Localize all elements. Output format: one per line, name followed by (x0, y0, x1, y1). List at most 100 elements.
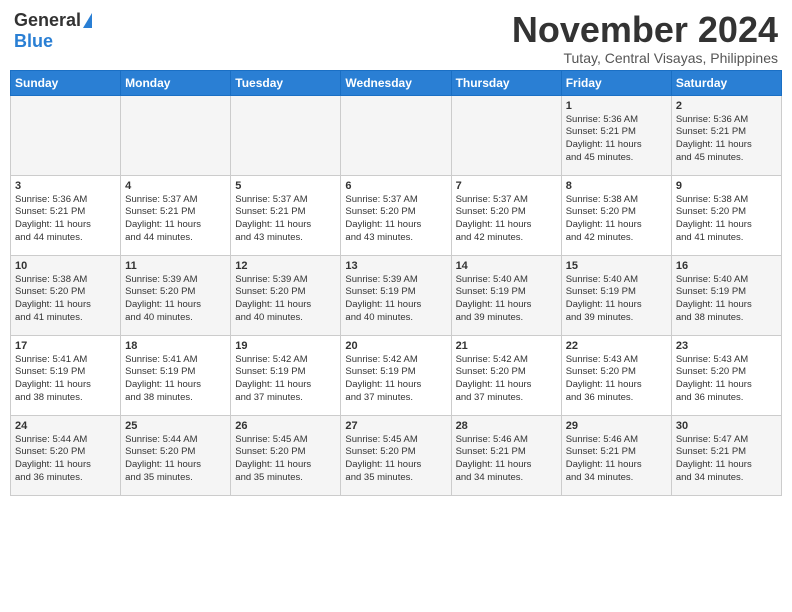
calendar-table: SundayMondayTuesdayWednesdayThursdayFrid… (10, 70, 782, 496)
calendar-day-cell: 16 Sunrise: 5:40 AM Sunset: 5:19 PM Dayli… (671, 255, 781, 335)
day-number: 10 (15, 260, 116, 272)
weekday-header: Saturday (671, 70, 781, 95)
calendar-week-row: 10Sunrise: 5:38 AM Sunset: 5:20 PM Dayli… (11, 255, 782, 335)
day-info: Sunrise: 5:42 AM Sunset: 5:19 PM Dayligh… (345, 354, 446, 405)
day-number: 22 (566, 340, 667, 352)
day-number: 16 (676, 260, 777, 272)
logo-triangle-icon (83, 13, 92, 28)
calendar-day-cell: 14 Sunrise: 5:40 AM Sunset: 5:19 PM Dayli… (451, 255, 561, 335)
calendar-day-cell: 9 Sunrise: 5:38 AM Sunset: 5:20 PM Daylig… (671, 175, 781, 255)
day-info: Sunrise: 5:37 AM Sunset: 5:20 PM Dayligh… (456, 194, 557, 245)
day-info: Sunrise: 5:36 AM Sunset: 5:21 PM Dayligh… (566, 114, 667, 165)
day-number: 3 (15, 180, 116, 192)
day-info: Sunrise: 5:43 AM Sunset: 5:20 PM Dayligh… (676, 354, 777, 405)
day-number: 19 (235, 340, 336, 352)
day-number: 15 (566, 260, 667, 272)
calendar-day-cell: 21 Sunrise: 5:42 AM Sunset: 5:20 PM Dayli… (451, 335, 561, 415)
calendar-day-cell: 4 Sunrise: 5:37 AM Sunset: 5:21 PM Daylig… (121, 175, 231, 255)
calendar-week-row: 3 Sunrise: 5:36 AM Sunset: 5:21 PM Daylig… (11, 175, 782, 255)
day-info: Sunrise: 5:37 AM Sunset: 5:20 PM Dayligh… (345, 194, 446, 245)
day-info: Sunrise: 5:40 AM Sunset: 5:19 PM Dayligh… (456, 274, 557, 325)
weekday-header: Thursday (451, 70, 561, 95)
day-number: 12 (235, 260, 336, 272)
day-number: 27 (345, 420, 446, 432)
day-info: Sunrise: 5:39 AM Sunset: 5:20 PM Dayligh… (125, 274, 226, 325)
day-number: 7 (456, 180, 557, 192)
calendar-day-cell: 6Sunrise: 5:37 AM Sunset: 5:20 PM Daylig… (341, 175, 451, 255)
day-info: Sunrise: 5:46 AM Sunset: 5:21 PM Dayligh… (566, 434, 667, 485)
calendar-day-cell: 27 Sunrise: 5:45 AM Sunset: 5:20 PM Dayli… (341, 415, 451, 495)
calendar-day-cell: 26 Sunrise: 5:45 AM Sunset: 5:20 PM Dayli… (231, 415, 341, 495)
day-number: 4 (125, 180, 226, 192)
day-info: Sunrise: 5:36 AM Sunset: 5:21 PM Dayligh… (15, 194, 116, 245)
day-info: Sunrise: 5:43 AM Sunset: 5:20 PM Dayligh… (566, 354, 667, 405)
calendar-day-cell: 15 Sunrise: 5:40 AM Sunset: 5:19 PM Dayli… (561, 255, 671, 335)
weekday-header: Wednesday (341, 70, 451, 95)
day-info: Sunrise: 5:45 AM Sunset: 5:20 PM Dayligh… (345, 434, 446, 485)
day-info: Sunrise: 5:45 AM Sunset: 5:20 PM Dayligh… (235, 434, 336, 485)
calendar-day-cell: 1 Sunrise: 5:36 AM Sunset: 5:21 PM Daylig… (561, 95, 671, 175)
title-block: November 2024 Tutay, Central Visayas, Ph… (512, 10, 778, 66)
day-number: 5 (235, 180, 336, 192)
empty-day-cell (451, 95, 561, 175)
day-number: 1 (566, 100, 667, 112)
calendar-day-cell: 10Sunrise: 5:38 AM Sunset: 5:20 PM Dayli… (11, 255, 121, 335)
calendar-day-cell: 24Sunrise: 5:44 AM Sunset: 5:20 PM Dayli… (11, 415, 121, 495)
day-number: 25 (125, 420, 226, 432)
day-info: Sunrise: 5:36 AM Sunset: 5:21 PM Dayligh… (676, 114, 777, 165)
day-info: Sunrise: 5:42 AM Sunset: 5:19 PM Dayligh… (235, 354, 336, 405)
calendar-header-row: SundayMondayTuesdayWednesdayThursdayFrid… (11, 70, 782, 95)
day-info: Sunrise: 5:42 AM Sunset: 5:20 PM Dayligh… (456, 354, 557, 405)
empty-day-cell (11, 95, 121, 175)
day-info: Sunrise: 5:37 AM Sunset: 5:21 PM Dayligh… (125, 194, 226, 245)
page-header: General Blue November 2024 Tutay, Centra… (10, 10, 782, 66)
calendar-day-cell: 28Sunrise: 5:46 AM Sunset: 5:21 PM Dayli… (451, 415, 561, 495)
logo-blue: Blue (14, 31, 53, 52)
calendar-day-cell: 18Sunrise: 5:41 AM Sunset: 5:19 PM Dayli… (121, 335, 231, 415)
empty-day-cell (231, 95, 341, 175)
day-number: 13 (345, 260, 446, 272)
day-number: 2 (676, 100, 777, 112)
day-info: Sunrise: 5:38 AM Sunset: 5:20 PM Dayligh… (676, 194, 777, 245)
day-number: 21 (456, 340, 557, 352)
calendar-day-cell: 30Sunrise: 5:47 AM Sunset: 5:21 PM Dayli… (671, 415, 781, 495)
day-info: Sunrise: 5:39 AM Sunset: 5:19 PM Dayligh… (345, 274, 446, 325)
location-subtitle: Tutay, Central Visayas, Philippines (512, 50, 778, 66)
calendar-day-cell: 20 Sunrise: 5:42 AM Sunset: 5:19 PM Dayli… (341, 335, 451, 415)
day-info: Sunrise: 5:41 AM Sunset: 5:19 PM Dayligh… (125, 354, 226, 405)
day-number: 17 (15, 340, 116, 352)
day-info: Sunrise: 5:40 AM Sunset: 5:19 PM Dayligh… (676, 274, 777, 325)
day-info: Sunrise: 5:40 AM Sunset: 5:19 PM Dayligh… (566, 274, 667, 325)
day-number: 11 (125, 260, 226, 272)
calendar-day-cell: 2 Sunrise: 5:36 AM Sunset: 5:21 PM Daylig… (671, 95, 781, 175)
empty-day-cell (341, 95, 451, 175)
day-number: 9 (676, 180, 777, 192)
day-number: 20 (345, 340, 446, 352)
calendar-day-cell: 22 Sunrise: 5:43 AM Sunset: 5:20 PM Dayli… (561, 335, 671, 415)
day-number: 26 (235, 420, 336, 432)
day-number: 29 (566, 420, 667, 432)
month-title: November 2024 (512, 10, 778, 50)
calendar-week-row: 24Sunrise: 5:44 AM Sunset: 5:20 PM Dayli… (11, 415, 782, 495)
calendar-day-cell: 29 Sunrise: 5:46 AM Sunset: 5:21 PM Dayli… (561, 415, 671, 495)
day-number: 14 (456, 260, 557, 272)
logo-general: General (14, 10, 92, 31)
calendar-day-cell: 11 Sunrise: 5:39 AM Sunset: 5:20 PM Dayli… (121, 255, 231, 335)
calendar-day-cell: 3 Sunrise: 5:36 AM Sunset: 5:21 PM Daylig… (11, 175, 121, 255)
weekday-header: Monday (121, 70, 231, 95)
calendar-day-cell: 25 Sunrise: 5:44 AM Sunset: 5:20 PM Dayli… (121, 415, 231, 495)
day-number: 28 (456, 420, 557, 432)
day-info: Sunrise: 5:37 AM Sunset: 5:21 PM Dayligh… (235, 194, 336, 245)
day-info: Sunrise: 5:41 AM Sunset: 5:19 PM Dayligh… (15, 354, 116, 405)
day-info: Sunrise: 5:38 AM Sunset: 5:20 PM Dayligh… (566, 194, 667, 245)
weekday-header: Sunday (11, 70, 121, 95)
day-number: 30 (676, 420, 777, 432)
calendar-week-row: 1 Sunrise: 5:36 AM Sunset: 5:21 PM Daylig… (11, 95, 782, 175)
calendar-day-cell: 12 Sunrise: 5:39 AM Sunset: 5:20 PM Dayli… (231, 255, 341, 335)
day-info: Sunrise: 5:44 AM Sunset: 5:20 PM Dayligh… (15, 434, 116, 485)
day-info: Sunrise: 5:44 AM Sunset: 5:20 PM Dayligh… (125, 434, 226, 485)
day-info: Sunrise: 5:39 AM Sunset: 5:20 PM Dayligh… (235, 274, 336, 325)
calendar-day-cell: 8 Sunrise: 5:38 AM Sunset: 5:20 PM Daylig… (561, 175, 671, 255)
day-number: 8 (566, 180, 667, 192)
weekday-header: Tuesday (231, 70, 341, 95)
